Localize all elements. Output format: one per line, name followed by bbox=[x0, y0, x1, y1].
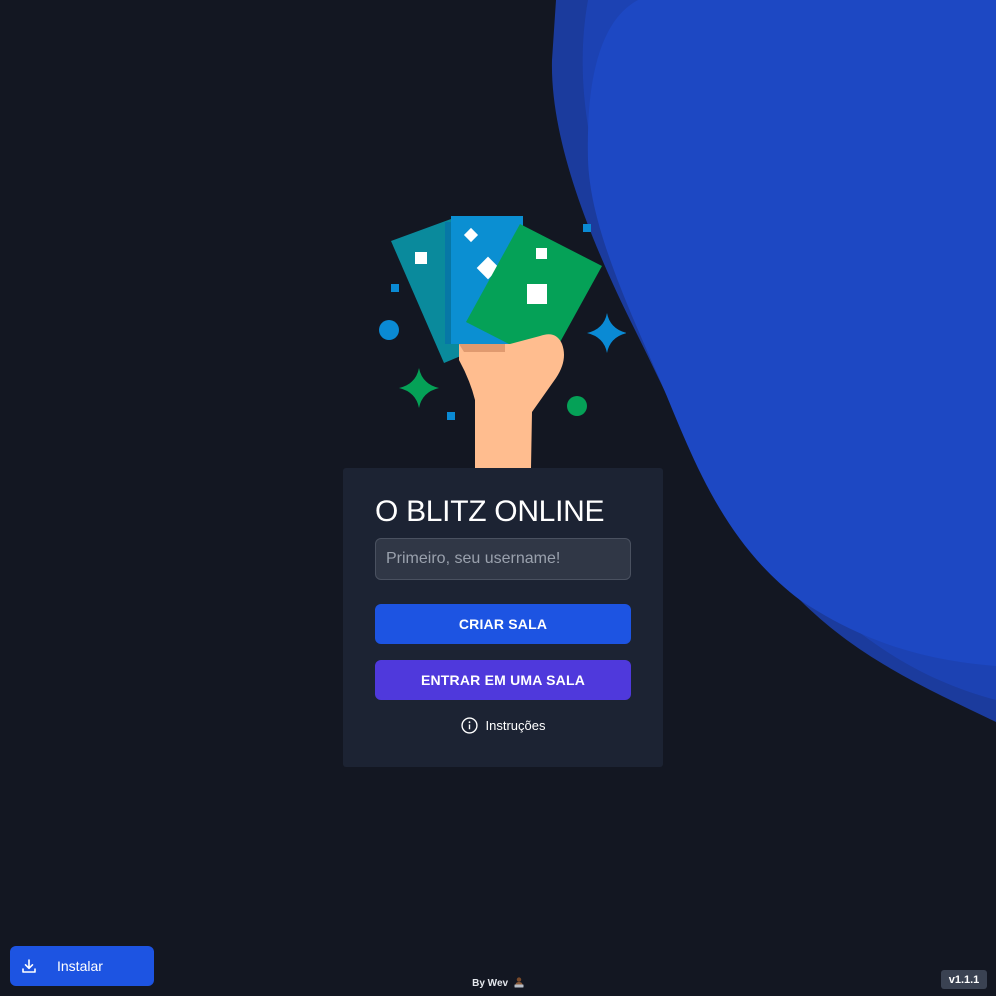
create-room-button[interactable]: CRIAR SALA bbox=[375, 604, 631, 644]
instructions-link[interactable]: Instruções bbox=[375, 717, 631, 734]
version-badge: v1.1.1 bbox=[941, 970, 987, 989]
page-title: O BLITZ ONLINE bbox=[375, 495, 605, 528]
download-icon bbox=[22, 959, 36, 973]
install-label: Instalar bbox=[57, 958, 103, 974]
info-icon bbox=[460, 717, 478, 734]
hand-holding-cards-icon bbox=[379, 216, 626, 468]
app-page: O BLITZ ONLINE CRIAR SALA ENTRAR EM UMA … bbox=[0, 0, 996, 996]
person-at-laptop-icon bbox=[514, 977, 524, 988]
instructions-label: Instruções bbox=[485, 718, 546, 733]
join-room-button[interactable]: ENTRAR EM UMA SALA bbox=[375, 660, 631, 700]
username-input[interactable] bbox=[375, 538, 631, 580]
login-card: O BLITZ ONLINE CRIAR SALA ENTRAR EM UMA … bbox=[343, 468, 663, 767]
footer-credit: By Wev bbox=[0, 977, 996, 989]
credit-text: By Wev bbox=[472, 978, 509, 989]
